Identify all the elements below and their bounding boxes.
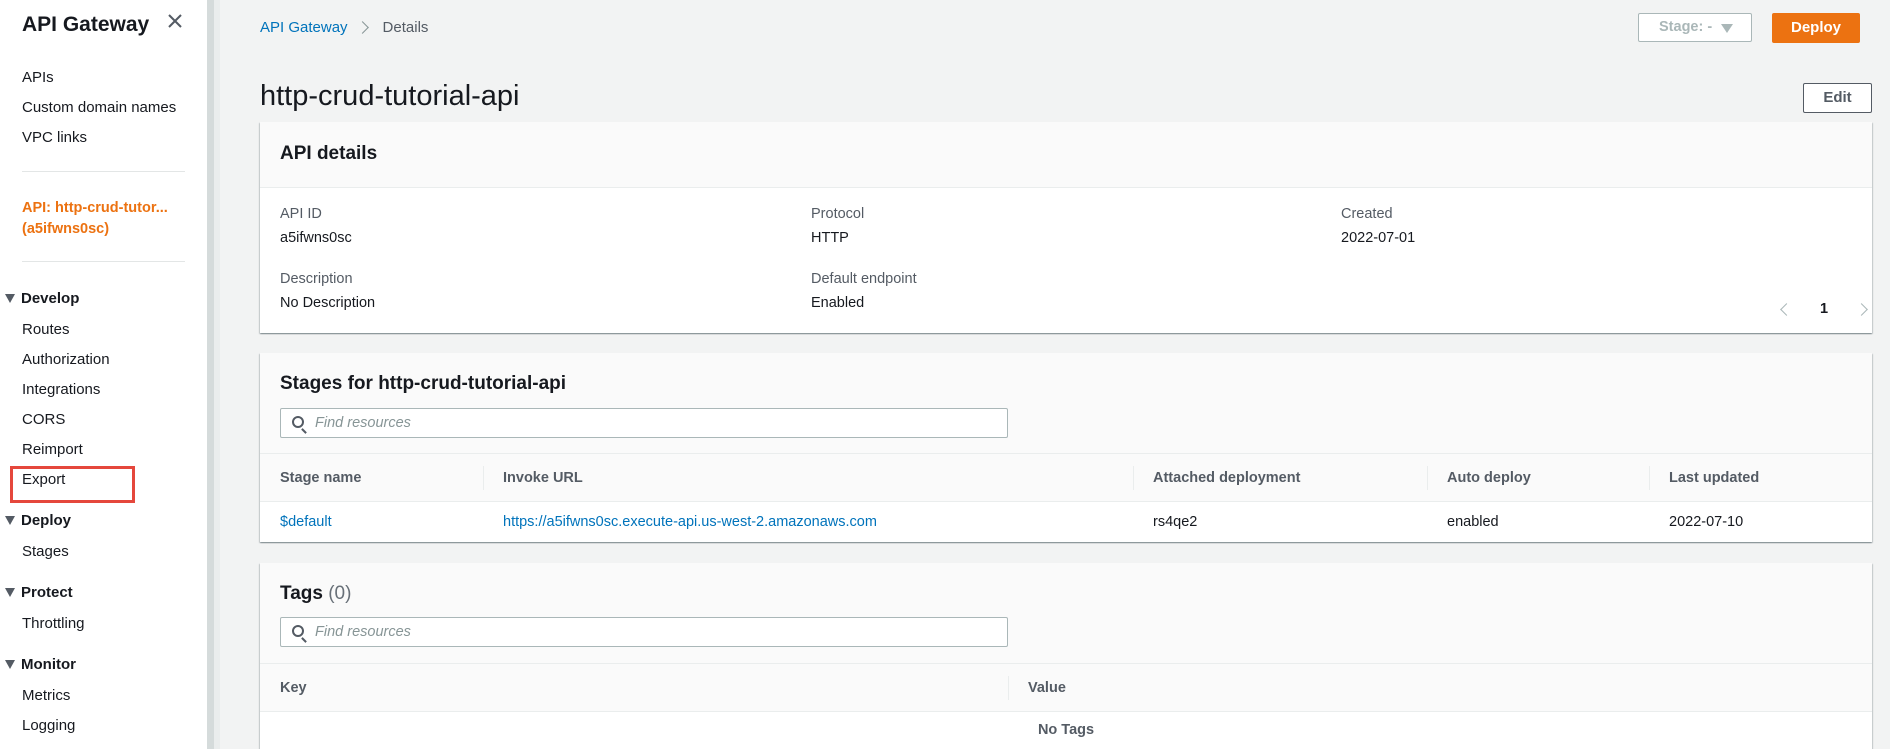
- stages-title: Stages for http-crud-tutorial-api: [280, 373, 567, 394]
- column-header-invoke-url[interactable]: Invoke URL: [483, 454, 1133, 502]
- sidebar-section-deploy[interactable]: Deploy: [5, 512, 71, 529]
- chevron-right-icon: [355, 21, 369, 34]
- api-details-header: API details: [260, 122, 1872, 188]
- sidebar-section-label: Develop: [21, 290, 80, 307]
- close-icon[interactable]: [164, 10, 186, 32]
- created-label: Created: [1341, 206, 1393, 222]
- api-details-card: API details API ID a5ifwns0sc Protocol H…: [260, 122, 1872, 333]
- description-value: No Description: [280, 295, 376, 311]
- api-id-value: a5ifwns0sc: [280, 230, 352, 246]
- sidebar-item-authorization[interactable]: Authorization: [22, 351, 110, 368]
- deploy-button[interactable]: Deploy: [1772, 13, 1860, 43]
- sidebar-item-vpc-links[interactable]: VPC links: [22, 129, 87, 146]
- sidebar-current-api[interactable]: API: http-crud-tutor... (a5ifwns0sc): [22, 198, 182, 240]
- search-icon: [292, 625, 304, 637]
- sidebar-section-label: Monitor: [21, 656, 76, 673]
- tags-title: Tags (0): [280, 583, 351, 605]
- table-header-row: Stage name Invoke URL Attached deploymen…: [260, 453, 1872, 502]
- page-number[interactable]: 1: [1820, 301, 1828, 317]
- invoke-url-link[interactable]: https://a5ifwns0sc.execute-api.us-west-2…: [503, 514, 877, 530]
- column-header-key[interactable]: Key: [260, 664, 1008, 712]
- sidebar-item-throttling[interactable]: Throttling: [22, 615, 85, 632]
- sidebar-item-integrations[interactable]: Integrations: [22, 381, 100, 398]
- tags-search[interactable]: [280, 617, 1008, 647]
- sidebar-title: API Gateway: [22, 13, 150, 36]
- sidebar-section-monitor[interactable]: Monitor: [5, 656, 76, 673]
- sidebar-section-label: Deploy: [21, 512, 72, 529]
- sidebar-current-api-id: (a5ifwns0sc): [22, 221, 110, 237]
- default-endpoint-value: Enabled: [811, 295, 865, 311]
- auto-deploy-cell: enabled: [1447, 514, 1499, 531]
- sidebar-resize-handle[interactable]: [207, 0, 214, 749]
- caret-down-icon: [5, 660, 15, 669]
- created-value: 2022-07-01: [1341, 230, 1416, 246]
- sidebar-item-logging[interactable]: Logging: [22, 717, 75, 734]
- stages-header: Stages for http-crud-tutorial-api: [260, 353, 1872, 453]
- sidebar-section-label: Protect: [21, 584, 73, 601]
- tags-table: Key Value: [260, 663, 1872, 712]
- tags-header: Tags (0): [260, 563, 1872, 663]
- tags-title-text: Tags: [280, 583, 323, 604]
- breadcrumb-api-gateway[interactable]: API Gateway: [260, 19, 348, 36]
- sidebar-item-apis[interactable]: APIs: [22, 69, 54, 86]
- stages-search-input[interactable]: [315, 409, 995, 437]
- tags-count: (0): [328, 583, 352, 604]
- sidebar-item-custom-domain-names[interactable]: Custom domain names: [22, 99, 176, 116]
- api-details-title: API details: [280, 143, 378, 164]
- sidebar-divider: [22, 171, 185, 172]
- last-updated-cell: 2022-07-10: [1669, 514, 1744, 531]
- protocol-value: HTTP: [811, 230, 849, 246]
- caret-down-icon: [5, 588, 15, 597]
- attached-deployment-cell: rs4qe2: [1153, 514, 1198, 531]
- sidebar-item-cors[interactable]: CORS: [22, 411, 65, 428]
- no-tags-message: No Tags: [1037, 722, 1095, 738]
- tags-search-input[interactable]: [315, 618, 995, 646]
- tags-pagination: 1: [1780, 298, 1868, 320]
- protocol-label: Protocol: [811, 206, 865, 222]
- breadcrumb-current: Details: [382, 19, 429, 36]
- sidebar-current-api-name: API: http-crud-tutor...: [22, 200, 168, 216]
- chevron-right-icon[interactable]: [1855, 302, 1868, 316]
- sidebar-item-metrics[interactable]: Metrics: [22, 687, 70, 704]
- search-icon: [292, 416, 304, 428]
- stages-search[interactable]: [280, 408, 1008, 438]
- column-header-last-updated[interactable]: Last updated: [1649, 454, 1872, 502]
- column-header-auto-deploy[interactable]: Auto deploy: [1427, 454, 1649, 502]
- caret-down-icon: [5, 294, 15, 303]
- sidebar: API Gateway APIs Custom domain names VPC…: [0, 0, 207, 749]
- column-header-stage-name[interactable]: Stage name: [260, 454, 483, 502]
- stage-select-value: Stage: -: [1659, 19, 1713, 35]
- stage-select[interactable]: Stage: -: [1638, 13, 1752, 42]
- export-highlight-box: [10, 466, 135, 503]
- api-id-label: API ID: [280, 206, 322, 222]
- breadcrumb: API Gateway Details: [260, 19, 428, 36]
- caret-down-icon: [5, 516, 15, 525]
- sidebar-gutter: [214, 0, 220, 749]
- sidebar-item-routes[interactable]: Routes: [22, 321, 70, 338]
- chevron-left-icon[interactable]: [1780, 302, 1793, 316]
- tags-card: Tags (0) Key Value No Tags: [260, 563, 1872, 749]
- column-header-attached-deployment[interactable]: Attached deployment: [1133, 454, 1427, 502]
- description-label: Description: [280, 271, 353, 287]
- stage-name-link[interactable]: $default: [280, 514, 332, 530]
- sidebar-section-develop[interactable]: Develop: [5, 290, 79, 307]
- default-endpoint-label: Default endpoint: [811, 271, 917, 287]
- sidebar-section-protect[interactable]: Protect: [5, 584, 73, 601]
- edit-button[interactable]: Edit: [1803, 83, 1872, 113]
- sidebar-divider: [22, 261, 185, 262]
- table-row: $default https://a5ifwns0sc.execute-api.…: [260, 502, 1872, 543]
- sidebar-item-stages[interactable]: Stages: [22, 543, 69, 560]
- page-title: http-crud-tutorial-api: [260, 80, 520, 112]
- column-header-value[interactable]: Value: [1008, 664, 1872, 712]
- stages-card: Stages for http-crud-tutorial-api Stage …: [260, 353, 1872, 542]
- table-header-row: Key Value: [260, 663, 1872, 712]
- stages-table: Stage name Invoke URL Attached deploymen…: [260, 453, 1872, 543]
- sidebar-item-reimport[interactable]: Reimport: [22, 441, 83, 458]
- caret-down-icon: [1721, 24, 1733, 33]
